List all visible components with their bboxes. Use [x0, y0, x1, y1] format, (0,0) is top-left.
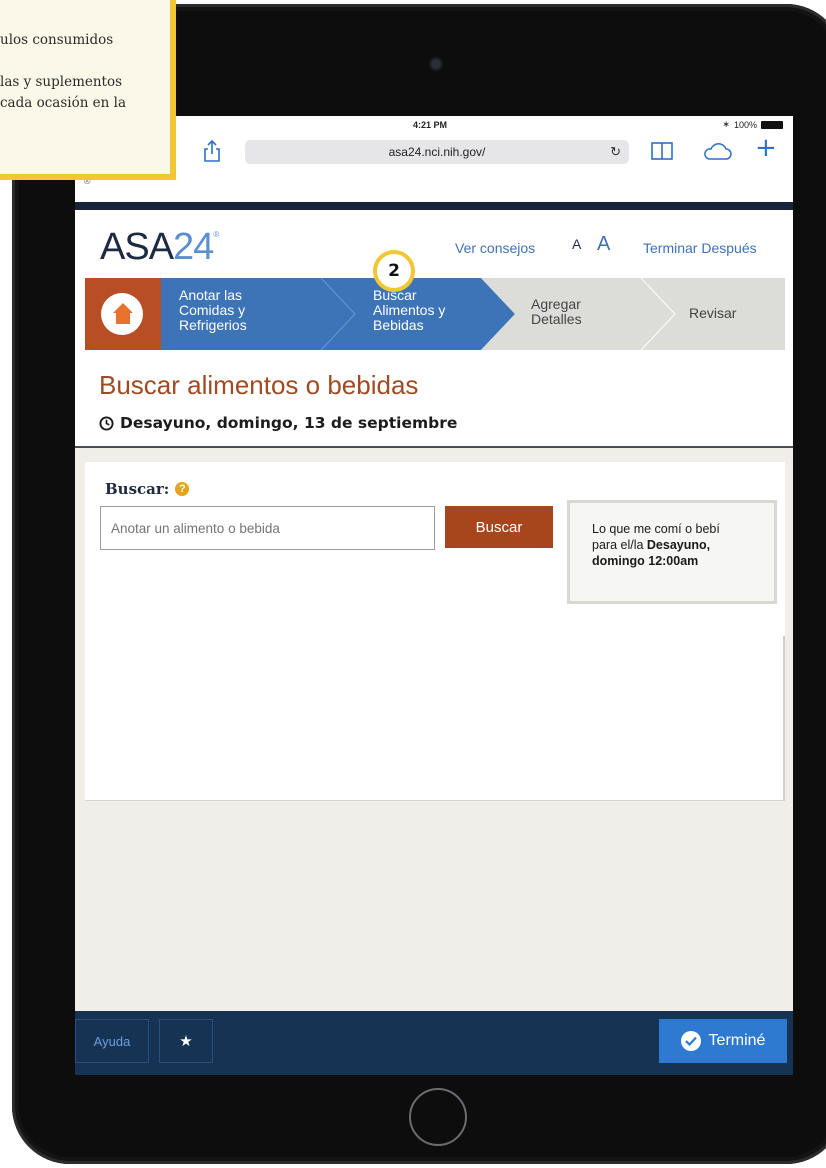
logo-text: ASA [100, 226, 174, 268]
cloud-icon[interactable] [702, 143, 732, 161]
help-question-icon[interactable]: ? [175, 482, 190, 496]
callout-line-3: cada ocasión en la [0, 95, 127, 111]
tablet-screen: 4:21 PM ∗ 100% asa24.nci.nih.gov/ ↻ + ⊗ … [75, 116, 793, 1075]
step-1-line-2: Comidas y [179, 302, 246, 318]
font-size-large-button[interactable]: A [597, 233, 610, 256]
search-button[interactable]: Buscar [445, 506, 553, 548]
step-2-line-1: Buscar [373, 287, 417, 303]
check-icon [680, 1031, 701, 1051]
meal-box-prefix: para el/la [592, 538, 647, 552]
url-text: asa24.nci.nih.gov/ [388, 145, 486, 159]
status-bar: 4:21 PM ∗ 100% [75, 116, 793, 134]
status-time: 4:21 PM [413, 120, 448, 130]
finished-button-label: Terminé [708, 1032, 766, 1049]
app-header: ASA24® Ver consejos A A Terminar Después [75, 210, 793, 280]
finished-button[interactable]: Terminé [659, 1019, 787, 1063]
search-panel: Buscar: ? Buscar Lo que me comí o bebí p… [85, 462, 785, 801]
clock-icon [99, 415, 114, 431]
step-2-line-3: Bebidas [373, 317, 424, 333]
step-add-details[interactable]: Agregar Detalles [531, 297, 582, 327]
search-label: Buscar: ? [105, 480, 190, 498]
step-tracker: 2 Anotar las Comidas y Refrigerios Busca… [85, 250, 785, 350]
callout-box: ulos consumidos las y suplementos cada o… [0, 0, 176, 180]
favorites-star-button[interactable]: ★ [159, 1019, 213, 1063]
logo-registered-mark: ® [213, 230, 219, 239]
bookmarks-icon[interactable] [651, 142, 673, 160]
tablet-home-button[interactable] [409, 1088, 467, 1146]
battery-indicator: ∗ 100% [722, 119, 783, 130]
bluetooth-icon: ∗ [722, 119, 730, 129]
meal-box-meal: Desayuno, [646, 538, 711, 552]
panel-scrollbar[interactable] [783, 636, 785, 800]
meal-occasion-text: Desayuno, domingo, 13 de septiembre [120, 414, 458, 432]
step-3-line-2: Detalles [531, 311, 582, 327]
search-label-text: Buscar: [105, 480, 170, 498]
browser-toolbar: asa24.nci.nih.gov/ ↻ + [75, 134, 793, 172]
step-1-line-3: Refrigerios [179, 317, 247, 333]
meal-box-line-3: domingo 12:00am [592, 554, 699, 568]
tips-link[interactable]: Ver consejos [455, 240, 535, 256]
food-search-input[interactable] [100, 506, 435, 550]
reload-icon[interactable]: ↻ [610, 140, 621, 164]
battery-percent: 100% [733, 119, 757, 130]
step-3-line-1: Agregar [531, 296, 581, 312]
asa24-logo[interactable]: ASA24® [100, 226, 219, 269]
font-size-small-button[interactable]: A [572, 236, 581, 252]
meal-summary-box: Lo que me comí o bebí para el/la Desayun… [567, 500, 777, 604]
callout-line-1: ulos consumidos [0, 32, 114, 48]
meal-occasion-line: Desayuno, domingo, 13 de septiembre [99, 414, 457, 432]
step-2-line-2: Alimentos y [373, 302, 446, 318]
step-record-meals[interactable]: Anotar las Comidas y Refrigerios [179, 288, 247, 333]
help-button[interactable]: Ayuda [75, 1019, 149, 1063]
step-review[interactable]: Revisar [689, 306, 736, 321]
bottom-bar: Ayuda ★ Terminé [75, 1011, 793, 1075]
step-1-line-1: Anotar las [179, 287, 243, 303]
step-4-line-1: Revisar [689, 305, 737, 321]
new-tab-plus-icon[interactable]: + [755, 135, 777, 161]
battery-icon [761, 120, 783, 129]
meal-box-line-2: para el/la Desayuno, [592, 537, 754, 553]
url-bar[interactable]: asa24.nci.nih.gov/ ↻ [245, 140, 629, 164]
step-search-foods[interactable]: Buscar Alimentos y Bebidas [373, 288, 445, 333]
current-step-badge: 2 [373, 250, 415, 292]
callout-line-2: las y suplementos [0, 74, 123, 90]
finish-later-link[interactable]: Terminar Después [643, 240, 757, 256]
home-icon [113, 303, 133, 324]
navy-divider [75, 202, 793, 210]
meal-box-line-1: Lo que me comí o bebí [592, 522, 720, 536]
page-title: Buscar alimentos o bebidas [99, 370, 419, 400]
home-step-button[interactable] [85, 278, 161, 350]
logo-number: 24 [173, 226, 214, 268]
share-icon[interactable] [203, 140, 221, 162]
camera-icon [431, 59, 441, 69]
